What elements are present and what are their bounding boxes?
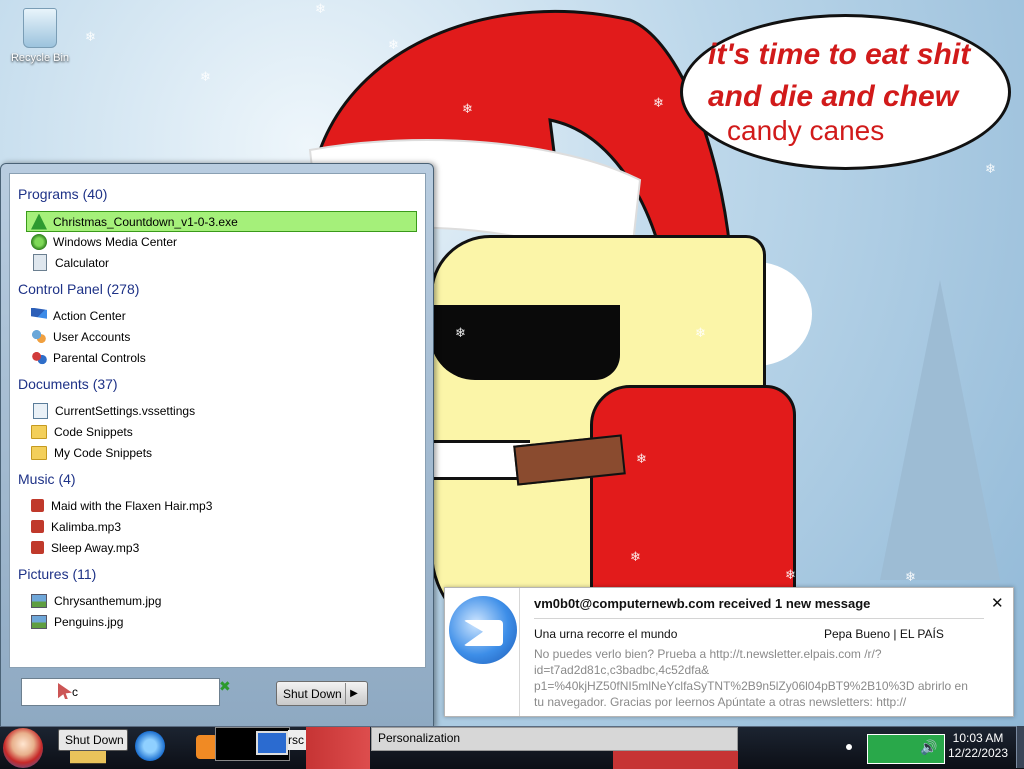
result-item-label: Maid with the Flaxen Hair.mp3 xyxy=(51,498,213,513)
speech-text-line1: it's time to eat shit and die and chew xyxy=(708,38,971,113)
notification-body: No puedes verlo bien? Prueba a http://t.… xyxy=(534,647,968,709)
search-input-value: c xyxy=(72,685,78,699)
group-header-programs[interactable]: Programs (40) xyxy=(18,186,107,202)
shutdown-button[interactable]: Shut Down ▶ xyxy=(276,681,368,706)
result-item-label: Calculator xyxy=(55,255,110,270)
start-search-input[interactable]: c xyxy=(21,678,220,706)
wallpaper-sunglasses xyxy=(430,305,620,380)
result-item-label: Code Snippets xyxy=(54,424,133,439)
speech-text-line2: candy canes xyxy=(727,115,885,146)
taskbar-wallpaper-gap xyxy=(306,727,370,769)
snowflake-icon: ❄ xyxy=(200,70,211,85)
result-item[interactable]: Sleep Away.mp3 xyxy=(27,538,416,557)
snowflake-icon: ❄ xyxy=(695,326,706,341)
close-icon[interactable]: ✕ xyxy=(991,594,1004,612)
result-item[interactable]: User Accounts xyxy=(27,327,416,346)
snowflake-icon: ❄ xyxy=(653,96,664,111)
result-item-label: User Accounts xyxy=(53,329,131,344)
notification-separator xyxy=(534,618,984,619)
result-item[interactable]: My Code Snippets xyxy=(27,443,416,462)
group-header-control-panel[interactable]: Control Panel (278) xyxy=(18,281,139,297)
result-item[interactable]: Windows Media Center xyxy=(27,232,416,251)
result-item-label: Chrysanthemum.jpg xyxy=(54,593,162,608)
clock-time: 10:03 AM xyxy=(952,731,1004,745)
snowflake-icon: ❄ xyxy=(905,570,916,585)
wallpaper-tree xyxy=(880,280,1000,580)
desktop-icon-label: Recycle Bin xyxy=(10,52,70,64)
audio-file-icon xyxy=(31,541,44,554)
settings-file-icon xyxy=(33,402,48,419)
mouse-cursor-icon xyxy=(58,683,72,699)
result-item[interactable]: Penguins.jpg xyxy=(27,612,416,631)
result-item[interactable]: Calculator xyxy=(27,253,416,272)
result-item[interactable]: Code Snippets xyxy=(27,422,416,441)
snowflake-icon: ❄ xyxy=(388,38,399,53)
snowflake-icon: ❄ xyxy=(85,30,96,45)
recycle-bin-icon xyxy=(23,8,57,48)
taskbar-wallpaper-gap xyxy=(613,751,738,769)
taskbar-monitor-icon[interactable] xyxy=(256,731,288,755)
users-icon xyxy=(31,328,47,345)
clear-search-icon[interactable]: ✖ xyxy=(219,679,231,695)
result-item-label: Sleep Away.mp3 xyxy=(51,540,140,555)
media-center-icon xyxy=(31,233,47,250)
volume-icon[interactable]: 🔊 xyxy=(920,740,937,756)
snowflake-icon: ❄ xyxy=(985,162,996,177)
notification-subject: Una urna recorre el mundo xyxy=(534,627,678,641)
result-item-label: Kalimba.mp3 xyxy=(51,519,122,534)
result-item[interactable]: Kalimba.mp3 xyxy=(27,517,416,536)
group-header-documents[interactable]: Documents (37) xyxy=(18,376,118,392)
folder-icon xyxy=(31,445,47,460)
image-file-icon xyxy=(31,614,47,629)
snowflake-icon: ❄ xyxy=(315,2,326,17)
system-tray[interactable]: 🔊 xyxy=(867,734,945,764)
snowflake-icon: ❄ xyxy=(636,452,647,467)
taskbar-window-personalization[interactable]: Personalization xyxy=(371,727,738,751)
result-item[interactable]: Maid with the Flaxen Hair.mp3 xyxy=(27,496,416,515)
result-item[interactable]: Action Center xyxy=(27,306,416,325)
show-desktop-button[interactable] xyxy=(1016,726,1024,768)
notification-sender: Pepa Bueno | EL PAÍS xyxy=(824,627,944,641)
exe-icon xyxy=(31,213,47,230)
desktop-icon-recycle-bin[interactable]: Recycle Bin xyxy=(6,6,74,64)
group-header-music[interactable]: Music (4) xyxy=(18,471,76,487)
result-item[interactable]: Christmas_Countdown_v1-0-3.exe xyxy=(26,211,417,232)
mail-notification[interactable]: vm0b0t@computernewb.com received 1 new m… xyxy=(444,587,1014,717)
shutdown-options-arrow-icon[interactable]: ▶ xyxy=(345,683,362,704)
result-item[interactable]: Chrysanthemum.jpg xyxy=(27,591,416,610)
snowflake-icon: ❄ xyxy=(455,326,466,341)
snowflake-icon: ❄ xyxy=(630,550,641,565)
taskbar-clock[interactable]: 10:03 AM 12/22/2023 xyxy=(945,731,1011,761)
result-item-label: CurrentSettings.vssettings xyxy=(55,403,196,418)
image-file-icon xyxy=(31,593,47,608)
flag-icon xyxy=(31,307,47,319)
group-header-pictures[interactable]: Pictures (11) xyxy=(18,566,96,582)
audio-file-icon xyxy=(31,520,44,533)
result-item[interactable]: CurrentSettings.vssettings xyxy=(27,401,416,420)
start-button[interactable] xyxy=(3,728,43,768)
parental-controls-icon xyxy=(31,349,47,366)
result-item-label: Christmas_Countdown_v1-0-3.exe xyxy=(53,214,238,229)
result-item[interactable]: Parental Controls xyxy=(27,348,416,367)
search-results-panel: Programs (40) Christmas_Countdown_v1-0-3… xyxy=(9,173,426,668)
snowflake-icon: ❄ xyxy=(785,568,796,583)
snowflake-icon: ❄ xyxy=(462,102,473,117)
audio-file-icon xyxy=(31,499,44,512)
notification-title: vm0b0t@computernewb.com received 1 new m… xyxy=(534,596,871,611)
result-item-label: Action Center xyxy=(53,308,126,323)
start-menu: Programs (40) Christmas_Countdown_v1-0-3… xyxy=(0,163,434,728)
shutdown-label: Shut Down xyxy=(283,686,342,701)
result-item-label: My Code Snippets xyxy=(54,445,153,460)
taskbar-shutdown-ghost: Shut Down xyxy=(58,729,128,751)
taskbar-internet-explorer-icon[interactable] xyxy=(135,731,165,761)
notification-dot-icon xyxy=(846,744,852,750)
folder-icon xyxy=(31,424,47,439)
result-item-label: Penguins.jpg xyxy=(54,614,124,629)
result-item-label: Parental Controls xyxy=(53,350,146,365)
calculator-icon xyxy=(33,254,47,271)
result-item-label: Windows Media Center xyxy=(53,234,178,249)
thunderbird-logo-icon xyxy=(449,596,517,664)
notification-divider xyxy=(519,588,520,716)
clock-date: 12/22/2023 xyxy=(947,746,1009,760)
